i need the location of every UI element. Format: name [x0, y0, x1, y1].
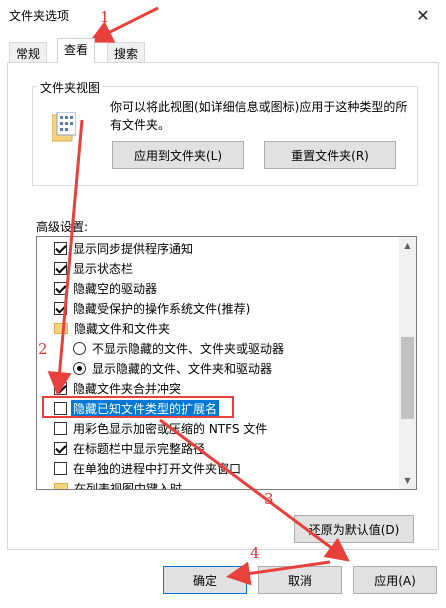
annotation-step-3: 3	[264, 490, 274, 508]
list-item[interactable]: 隐藏受保护的操作系统文件(推荐)	[54, 298, 416, 318]
apply-button[interactable]: 应用(A)	[353, 566, 437, 594]
scroll-down-icon[interactable]: ▼	[399, 472, 416, 489]
list-item[interactable]: 显示同步提供程序通知	[54, 238, 416, 258]
annotation-step-1: 1	[100, 8, 110, 26]
scroll-up-icon[interactable]: ▲	[399, 237, 416, 254]
annotation-step-4: 4	[250, 544, 260, 562]
list-item-label: 隐藏受保护的操作系统文件(推荐)	[73, 301, 251, 316]
folder-views-label: 文件夹视图	[37, 79, 104, 96]
checkbox[interactable]	[54, 421, 67, 435]
checkbox[interactable]	[54, 261, 67, 275]
list-item-label: 显示状态栏	[73, 261, 134, 276]
checkbox[interactable]	[54, 401, 67, 415]
list-item[interactable]: 不显示隐藏的文件、文件夹或驱动器	[73, 338, 416, 358]
ok-button[interactable]: 确定	[163, 566, 247, 594]
restore-defaults-button[interactable]: 还原为默认值(D)	[294, 515, 414, 543]
folder-icon	[54, 482, 68, 489]
list-item-label: 用彩色显示加密或压缩的 NTFS 文件	[73, 421, 268, 436]
title-bar: 文件夹选项 ✕	[0, 0, 446, 30]
apply-to-folders-button[interactable]: 应用到文件夹(L)	[112, 141, 244, 169]
list-item-label: 在列表视图中键入时	[74, 481, 183, 490]
checkbox[interactable]	[54, 381, 67, 395]
list-item-label: 隐藏已知文件类型的扩展名	[71, 399, 220, 417]
list-item-label: 隐藏空的驱动器	[73, 281, 158, 296]
list-item: 隐藏文件和文件夹	[54, 318, 416, 338]
tab-general[interactable]: 常规	[9, 42, 48, 62]
checkbox[interactable]	[54, 441, 67, 455]
folder-views-description: 你可以将此视图(如详细信息或图标)应用于这种类型的所有文件夹。	[110, 100, 408, 132]
list-item-label: 在标题栏中显示完整路径	[73, 441, 206, 456]
checkbox[interactable]	[54, 281, 67, 295]
list-item-label: 显示隐藏的文件、文件夹和驱动器	[92, 361, 273, 376]
list-item-label: 不显示隐藏的文件、文件夹或驱动器	[92, 341, 285, 356]
list-item: 在列表视图中键入时	[54, 478, 416, 490]
checkbox[interactable]	[54, 461, 67, 475]
folder-view-icon	[52, 112, 76, 142]
list-item-label: 显示同步提供程序通知	[73, 241, 194, 256]
reset-folders-button[interactable]: 重置文件夹(R)	[264, 141, 396, 169]
list-item-label: 在单独的进程中打开文件夹窗口	[73, 461, 242, 476]
list-item[interactable]: 用彩色显示加密或压缩的 NTFS 文件	[54, 418, 416, 438]
cancel-button[interactable]: 取消	[258, 566, 342, 594]
list-item[interactable]: 隐藏文件夹合并冲突	[54, 378, 416, 398]
radio-button[interactable]	[73, 361, 86, 375]
annotation-step-2: 2	[38, 340, 48, 358]
list-item[interactable]: 显示状态栏	[54, 258, 416, 278]
advanced-settings-label: 高级设置:	[36, 220, 89, 234]
close-icon[interactable]: ✕	[400, 0, 446, 30]
checkbox[interactable]	[54, 241, 67, 255]
checkbox[interactable]	[54, 301, 67, 315]
list-item-selected[interactable]: 隐藏已知文件类型的扩展名	[54, 398, 416, 418]
folder-icon	[54, 322, 68, 334]
radio-button[interactable]	[73, 341, 86, 355]
list-item-label: 隐藏文件和文件夹	[74, 321, 171, 336]
list-item[interactable]: 隐藏空的驱动器	[54, 278, 416, 298]
tab-search[interactable]: 搜索	[107, 42, 146, 62]
list-item[interactable]: 显示隐藏的文件、文件夹和驱动器	[73, 358, 416, 378]
list-item[interactable]: 在单独的进程中打开文件夹窗口	[54, 458, 416, 478]
list-item[interactable]: 在标题栏中显示完整路径	[54, 438, 416, 458]
list-item-label: 隐藏文件夹合并冲突	[73, 381, 182, 396]
window-title: 文件夹选项	[9, 9, 70, 23]
tab-view[interactable]: 查看	[57, 38, 96, 63]
tab-strip: 常规 查看 搜索	[0, 38, 446, 63]
scroll-thumb[interactable]	[401, 337, 414, 419]
list-scrollbar[interactable]: ▲ ▼	[399, 237, 416, 489]
advanced-settings-list[interactable]: 显示同步提供程序通知 显示状态栏 隐藏空的驱动器 隐藏受保护的操作系统文件(推荐…	[36, 236, 417, 490]
